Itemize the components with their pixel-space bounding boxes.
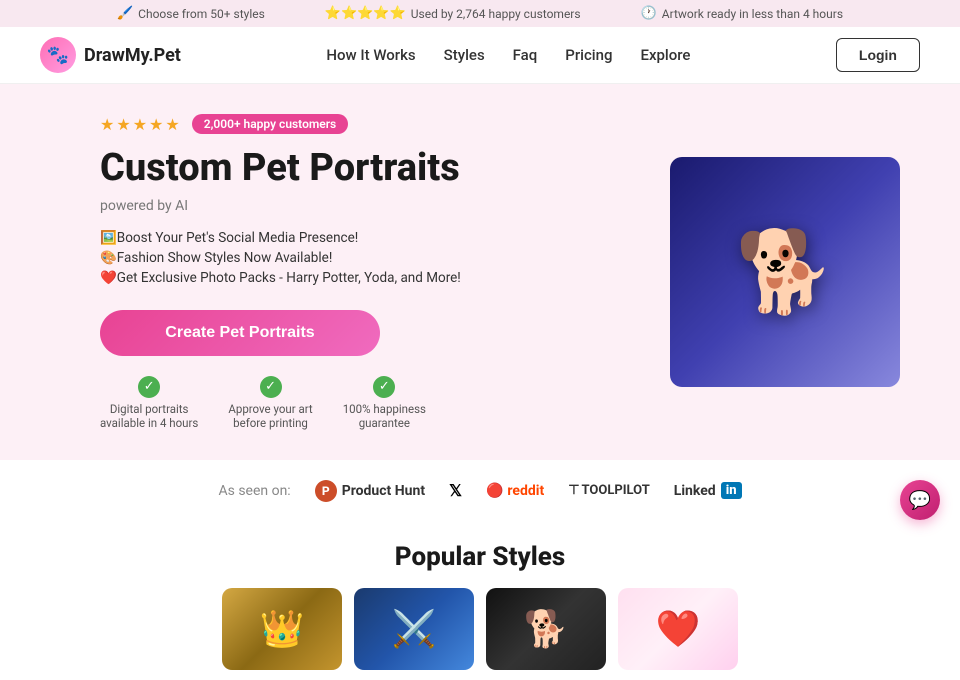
nav-how-it-works[interactable]: How It Works — [326, 46, 415, 64]
rating-badge: ★★★★★ 2,000+ happy customers — [100, 114, 630, 134]
banner-item-time: 🕐 Artwork ready in less than 4 hours — [641, 6, 843, 21]
toolpilot-icon: ⊤ — [568, 483, 579, 498]
hero-content: ★★★★★ 2,000+ happy customers Custom Pet … — [100, 114, 630, 430]
navbar: 🐾 DrawMy.Pet How It Works Styles Faq Pri… — [0, 27, 960, 84]
top-banner: 🖌️ Choose from 50+ styles ⭐⭐⭐⭐⭐ Used by … — [0, 0, 960, 27]
x-icon: 𝕏 — [449, 481, 462, 500]
check-icon-2: ✓ — [260, 376, 282, 398]
check-icon-3: ✓ — [373, 376, 395, 398]
banner-customers-text: Used by 2,764 happy customers — [411, 7, 581, 21]
nav-styles[interactable]: Styles — [444, 46, 485, 64]
hero-image: 🐕 — [670, 157, 900, 387]
toolpilot-text: TOOLPILOT — [582, 483, 650, 498]
pet-photo: 🐕 — [735, 225, 835, 319]
styles-grid: 👑 ⚔️ 🐕 ❤️ — [40, 588, 920, 670]
login-button[interactable]: Login — [836, 38, 920, 72]
create-portraits-button[interactable]: Create Pet Portraits — [100, 310, 380, 356]
toolpilot-logo: ⊤ TOOLPILOT — [568, 483, 650, 498]
popular-styles-title: Popular Styles — [40, 542, 920, 572]
pet-portrait-image: 🐕 — [670, 157, 900, 387]
as-seen-on-section: As seen on: P Product Hunt 𝕏 🔴 reddit ⊤ … — [0, 460, 960, 522]
linkedin-in-badge: in — [721, 482, 742, 499]
style-card-dark-fashion[interactable]: 🐕 — [486, 588, 606, 670]
producthunt-text: Product Hunt — [342, 483, 425, 499]
logo-icon: 🐾 — [40, 37, 76, 73]
producthunt-logo: P Product Hunt — [315, 480, 425, 502]
guarantees: ✓ Digital portraitsavailable in 4 hours … — [100, 376, 630, 430]
star-icon: ⭐⭐⭐⭐⭐ — [325, 6, 406, 21]
check-icon-1: ✓ — [138, 376, 160, 398]
linkedin-logo: Linked in — [674, 482, 742, 499]
logo[interactable]: 🐾 DrawMy.Pet — [40, 37, 181, 73]
guarantee-2-text: Approve your artbefore printing — [228, 402, 312, 430]
palette-icon: 🖌️ — [117, 6, 133, 21]
guarantee-1-text: Digital portraitsavailable in 4 hours — [100, 402, 198, 430]
hero-features: 🖼️Boost Your Pet's Social Media Presence… — [100, 230, 630, 286]
reddit-logo: 🔴 reddit — [486, 483, 544, 499]
customers-badge: 2,000+ happy customers — [192, 114, 349, 134]
style-card-royal[interactable]: 👑 — [222, 588, 342, 670]
star-rating: ★★★★★ — [100, 115, 182, 134]
feature-1: 🖼️Boost Your Pet's Social Media Presence… — [100, 230, 630, 246]
ph-icon: P — [315, 480, 337, 502]
nav-links: How It Works Styles Faq Pricing Explore — [326, 46, 690, 64]
nav-pricing[interactable]: Pricing — [565, 46, 612, 64]
banner-styles-text: Choose from 50+ styles — [138, 7, 265, 21]
banner-item-customers: ⭐⭐⭐⭐⭐ Used by 2,764 happy customers — [325, 6, 581, 21]
reddit-text: reddit — [507, 483, 544, 499]
reddit-icon: 🔴 — [486, 483, 503, 499]
logo-text: DrawMy.Pet — [84, 45, 181, 66]
style-card-watercolor[interactable]: ❤️ — [618, 588, 738, 670]
nav-explore[interactable]: Explore — [640, 46, 690, 64]
hero-subtitle: powered by AI — [100, 198, 630, 214]
chat-bubble-button[interactable]: 💬 — [900, 480, 940, 520]
hero-section: ★★★★★ 2,000+ happy customers Custom Pet … — [0, 84, 960, 460]
feature-3: ❤️Get Exclusive Photo Packs - Harry Pott… — [100, 270, 630, 286]
nav-faq[interactable]: Faq — [513, 46, 538, 64]
hero-title: Custom Pet Portraits — [100, 146, 630, 192]
clock-icon: 🕐 — [641, 6, 657, 21]
feature-2: 🎨Fashion Show Styles Now Available! — [100, 250, 630, 266]
banner-time-text: Artwork ready in less than 4 hours — [662, 7, 843, 21]
guarantee-digital: ✓ Digital portraitsavailable in 4 hours — [100, 376, 198, 430]
x-logo: 𝕏 — [449, 481, 462, 500]
guarantee-approve: ✓ Approve your artbefore printing — [228, 376, 312, 430]
guarantee-3-text: 100% happinessguarantee — [343, 402, 426, 430]
popular-styles-section: Popular Styles 👑 ⚔️ 🐕 ❤️ — [0, 522, 960, 680]
linkedin-text: Linked — [674, 483, 716, 499]
as-seen-on-label: As seen on: — [218, 483, 290, 499]
style-card-jedi[interactable]: ⚔️ — [354, 588, 474, 670]
banner-item-styles: 🖌️ Choose from 50+ styles — [117, 6, 265, 21]
guarantee-happiness: ✓ 100% happinessguarantee — [343, 376, 426, 430]
